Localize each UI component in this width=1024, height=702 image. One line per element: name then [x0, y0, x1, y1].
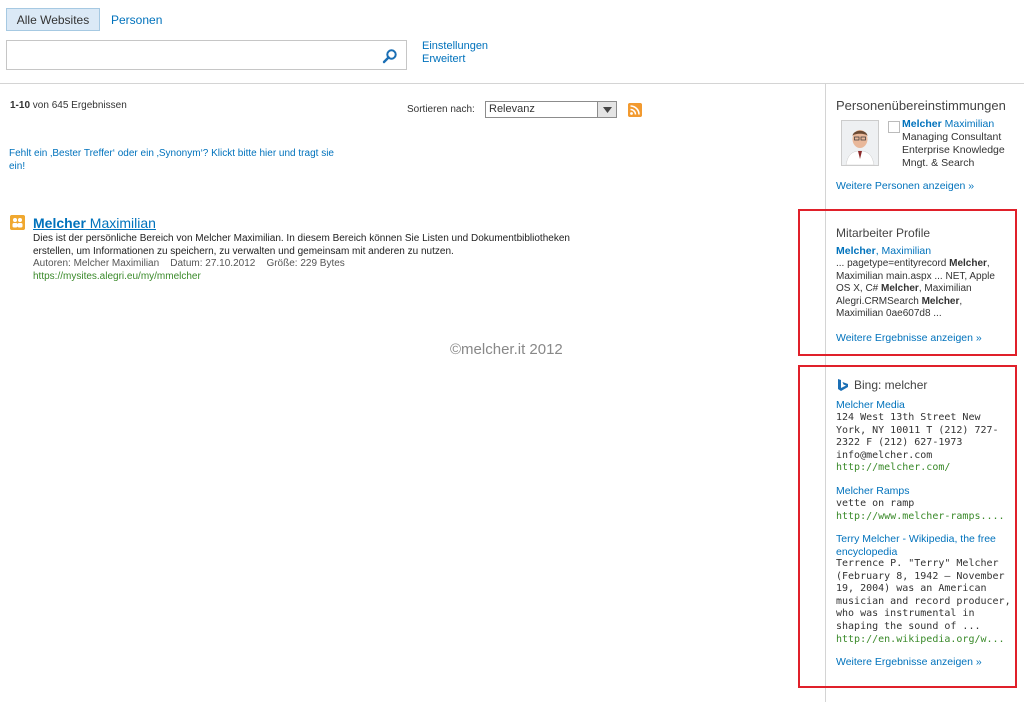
tab-all-websites[interactable]: Alle Websites: [6, 8, 100, 31]
result-total: von 645 Ergebnissen: [32, 100, 127, 111]
sort-label: Sortieren nach:: [407, 104, 475, 115]
search-icon[interactable]: [382, 48, 398, 64]
snippet-part: ... pagetype=entityrecord: [836, 258, 950, 269]
bing-result-url[interactable]: http://melcher.com/: [836, 462, 950, 473]
person-department-line: Mngt. & Search: [902, 157, 975, 169]
search-box: [6, 40, 407, 70]
tab-people[interactable]: Personen: [111, 13, 162, 27]
advanced-search-link[interactable]: Erweitert: [422, 53, 465, 65]
profile-link-rest: , Maximilian: [875, 245, 932, 257]
more-profile-results-link[interactable]: Weitere Ergebnisse anzeigen »: [836, 332, 982, 344]
people-matches-title: Personenübereinstimmungen: [836, 98, 1006, 113]
person-title-line: Managing Consultant: [902, 131, 1002, 143]
person-department-line: Enterprise Knowledge: [902, 144, 1005, 156]
sort-value: Relevanz: [489, 103, 535, 115]
person-name-link[interactable]: Melcher Maximilian: [902, 118, 994, 130]
bing-result-title-link[interactable]: Melcher Media: [836, 399, 905, 411]
result-metadata: Autoren: Melcher Maximilian Datum: 27.10…: [33, 258, 345, 269]
profile-snippet: ... pagetype=entityrecord Melcher, Maxim…: [836, 258, 1008, 321]
sort-dropdown[interactable]: Relevanz: [485, 101, 617, 118]
mysite-icon: [10, 215, 25, 230]
watermark: ©melcher.it 2012: [450, 341, 563, 358]
profile-panel-title: Mitarbeiter Profile: [836, 226, 931, 240]
person-photo-avatar[interactable]: [841, 120, 879, 166]
result-count: 1-10 von 645 Ergebnissen: [10, 100, 127, 111]
snippet-highlight: Melcher: [949, 258, 987, 269]
profile-result-link[interactable]: Melcher, Maximilian: [836, 245, 931, 257]
more-bing-results-link[interactable]: Weitere Ergebnisse anzeigen »: [836, 656, 982, 668]
person-select-checkbox[interactable]: [888, 121, 900, 133]
bing-result-title-link[interactable]: Terry Melcher - Wikipedia, the free ency…: [836, 533, 1011, 558]
bing-result-text: 124 West 13th Street New York, NY 10011 …: [836, 412, 999, 461]
result-description: Dies ist der persönliche Bereich von Mel…: [33, 233, 570, 257]
rss-icon[interactable]: [628, 103, 642, 117]
result-title-highlight: Melcher: [33, 215, 86, 231]
best-bet-link[interactable]: Fehlt ein ‚Bester Treffer‘ oder ein ‚Syn…: [9, 147, 339, 173]
bing-logo-icon: [838, 379, 848, 391]
bing-panel-title: Bing: melcher: [854, 378, 928, 392]
search-input[interactable]: [11, 45, 375, 67]
result-title-rest: Maximilian: [85, 215, 156, 231]
settings-link[interactable]: Einstellungen: [422, 40, 488, 52]
bing-result-text: Terrence P. "Terry" Melcher (February 8,…: [836, 558, 1011, 632]
result-range: 1-10: [10, 100, 31, 111]
bing-result-text: vette on ramp: [836, 498, 915, 509]
bing-result-url[interactable]: http://en.wikipedia.org/w...: [836, 634, 1005, 645]
result-url[interactable]: https://mysites.alegri.eu/my/mmelcher: [33, 271, 201, 282]
person-name-highlight: Melcher: [902, 118, 942, 130]
person-name-rest: Maximilian: [941, 118, 995, 130]
chevron-down-icon[interactable]: [597, 102, 616, 117]
profile-link-highlight: Melcher: [836, 245, 876, 257]
bing-result-title-link[interactable]: Melcher Ramps: [836, 485, 910, 497]
snippet-highlight: Melcher: [921, 295, 960, 307]
bing-result-url[interactable]: http://www.melcher-ramps....: [836, 511, 1005, 522]
result-title-link[interactable]: Melcher Maximilian: [33, 215, 156, 231]
more-people-link[interactable]: Weitere Personen anzeigen »: [836, 180, 974, 192]
snippet-highlight: Melcher: [881, 283, 919, 295]
